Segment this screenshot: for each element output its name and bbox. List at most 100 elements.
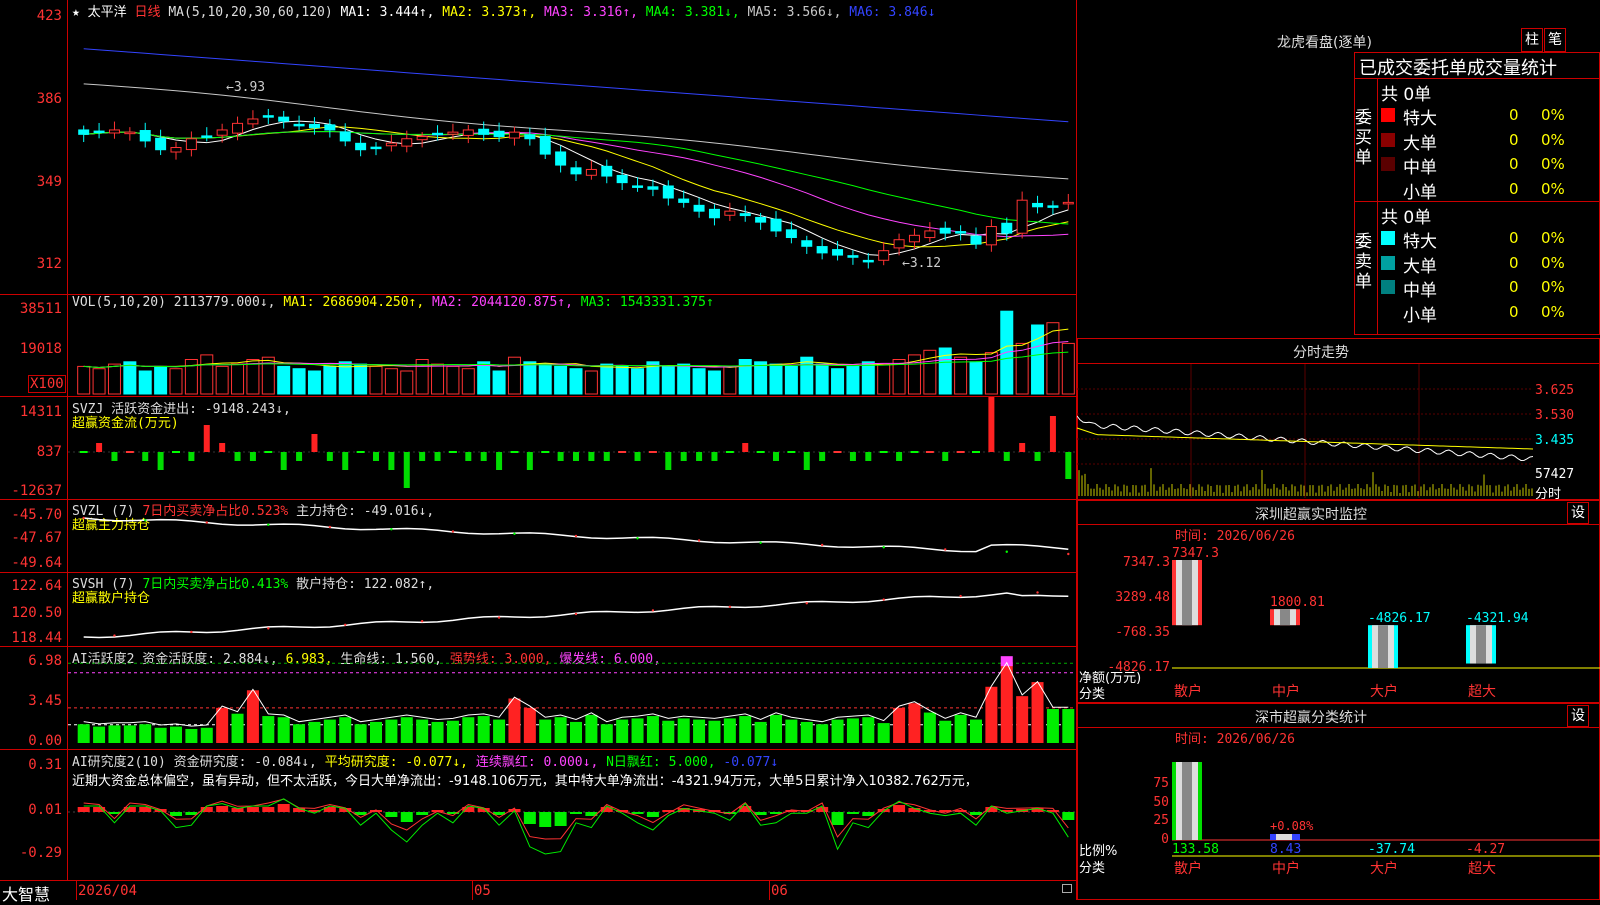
- left-chart-area: ★ 太平洋 日线 MA(5,10,20,30,60,120) MA1: 3.44…: [0, 0, 1077, 904]
- monitor-category: 大户: [1370, 683, 1398, 700]
- ai-active-bar: [816, 724, 829, 743]
- ai-active-bar: [139, 724, 152, 743]
- monitor-title-sep: [1077, 524, 1600, 525]
- volume-bar: [77, 365, 91, 395]
- bar-view-button[interactable]: 柱: [1521, 28, 1543, 52]
- svzl-chart[interactable]: [68, 500, 1076, 572]
- buy-total: 共 0单: [1381, 85, 1432, 105]
- ai-active-bar: [631, 718, 644, 743]
- main-y-tick-2: 349: [36, 174, 62, 190]
- volume-bar: [569, 368, 583, 395]
- candle-body: [385, 142, 397, 147]
- x-label-1: 05: [474, 883, 491, 899]
- svzj-bar: [373, 452, 379, 461]
- svzl-dot: [944, 548, 947, 551]
- svsh-chart[interactable]: [68, 573, 1076, 646]
- candle-body: [555, 151, 567, 166]
- volume-chart[interactable]: [68, 296, 1076, 396]
- svzj-bar: [696, 452, 703, 461]
- candle-body: [78, 129, 90, 135]
- ai-active-bar: [77, 724, 90, 743]
- x-divider-2: [769, 880, 770, 900]
- svzj-bar: [1049, 416, 1056, 452]
- research-bar: [631, 812, 644, 814]
- monitor-chart[interactable]: 7347.3 1800.81 -4826.17 -4321.94 散户 中户 大户 超大: [1172, 540, 1600, 702]
- ai-active-y-tick-0: 6.98: [28, 653, 62, 669]
- volume-bar: [769, 363, 783, 395]
- svzl-dot: [697, 539, 701, 542]
- candle-body: [862, 259, 874, 263]
- svzj-bar: [603, 452, 610, 461]
- volume-bar: [354, 363, 368, 395]
- research-bar: [893, 805, 906, 812]
- ai-active-bar: [1000, 662, 1013, 743]
- candle-body: [662, 185, 674, 199]
- ai-active-bar: [616, 719, 629, 743]
- class-settings-button[interactable]: 设: [1567, 705, 1589, 727]
- candle-body: [232, 122, 244, 134]
- lock-icon[interactable]: [1062, 884, 1072, 893]
- ai-active-bar: [185, 728, 198, 743]
- volume-bar: [923, 349, 937, 395]
- monitor-title: 深圳超赢实时监控: [1255, 507, 1367, 523]
- candle-body: [493, 130, 505, 138]
- svzj-chart[interactable]: [68, 397, 1076, 499]
- candle-body: [893, 239, 905, 249]
- ai-active-bar: [877, 723, 890, 743]
- candle-body: [478, 128, 490, 135]
- svzj-bar: [388, 452, 395, 470]
- buy-label: 中单: [1403, 158, 1437, 178]
- svzl-dot: [82, 516, 85, 520]
- svzl-dot: [759, 541, 762, 544]
- svsh-dot: [574, 612, 578, 616]
- volume-bar: [384, 368, 398, 395]
- svzj-bar: [756, 451, 765, 453]
- ai-active-bar: [354, 724, 367, 743]
- high-marker: ←3.93: [226, 80, 266, 95]
- candlestick-chart[interactable]: [68, 18, 1076, 294]
- class-category: 散户: [1174, 860, 1202, 877]
- svzj-bar: [125, 451, 134, 453]
- ai-active-bar: [431, 721, 444, 743]
- candle-body: [185, 138, 197, 151]
- ai-research-y-tick-2: -0.29: [19, 845, 62, 861]
- svzj-bar: [787, 451, 796, 453]
- research-bar: [862, 812, 875, 816]
- svzj-bar: [356, 451, 365, 453]
- buy-pct: 0%: [1541, 155, 1565, 173]
- buy-side-label: 委买单: [1355, 108, 1372, 168]
- research-bar: [246, 807, 259, 812]
- monitor-category: 超大: [1468, 684, 1496, 700]
- ai-active-bar: [893, 707, 906, 743]
- candle-body: [724, 210, 736, 216]
- intraday-chart[interactable]: [1077, 364, 1533, 498]
- order-table-title: 已成交委托单成交量统计: [1359, 58, 1557, 79]
- ai-active-bar: [1046, 709, 1059, 743]
- svzj-bar: [157, 452, 164, 470]
- svzl-y-tick-0: -45.70: [11, 507, 62, 523]
- research-bar: [523, 812, 536, 824]
- svzj-y-tick-2: -12637: [11, 483, 62, 499]
- svzl-dot: [882, 546, 885, 549]
- candle-body: [1016, 199, 1028, 234]
- ai-active-bar: [277, 717, 290, 743]
- candle-body: [1001, 222, 1013, 234]
- candle-body: [339, 131, 351, 142]
- research-bar: [539, 812, 552, 827]
- class-chart[interactable]: +0.08% 133.58 8.43 -37.74 -4.27 散户 中户 大户 超大: [1172, 760, 1600, 900]
- research-bar: [846, 812, 859, 814]
- ai-research-chart[interactable]: [68, 790, 1076, 880]
- ai-active-chart[interactable]: [68, 647, 1076, 749]
- class-tick-2: 25: [1153, 813, 1169, 828]
- monitor-settings-button[interactable]: 设: [1567, 502, 1589, 524]
- tick-view-button[interactable]: 笔: [1544, 28, 1566, 52]
- sell-side-label: 委卖单: [1355, 232, 1372, 292]
- x-label-2: 06: [771, 883, 788, 899]
- candle-body: [955, 231, 967, 234]
- candle-body: [678, 198, 690, 203]
- sell-count: 0: [1509, 278, 1519, 296]
- ai-active-bar: [523, 707, 536, 743]
- x-label-0: 2026/04: [78, 883, 138, 899]
- candle-body: [755, 216, 767, 223]
- svzj-bar: [956, 451, 965, 453]
